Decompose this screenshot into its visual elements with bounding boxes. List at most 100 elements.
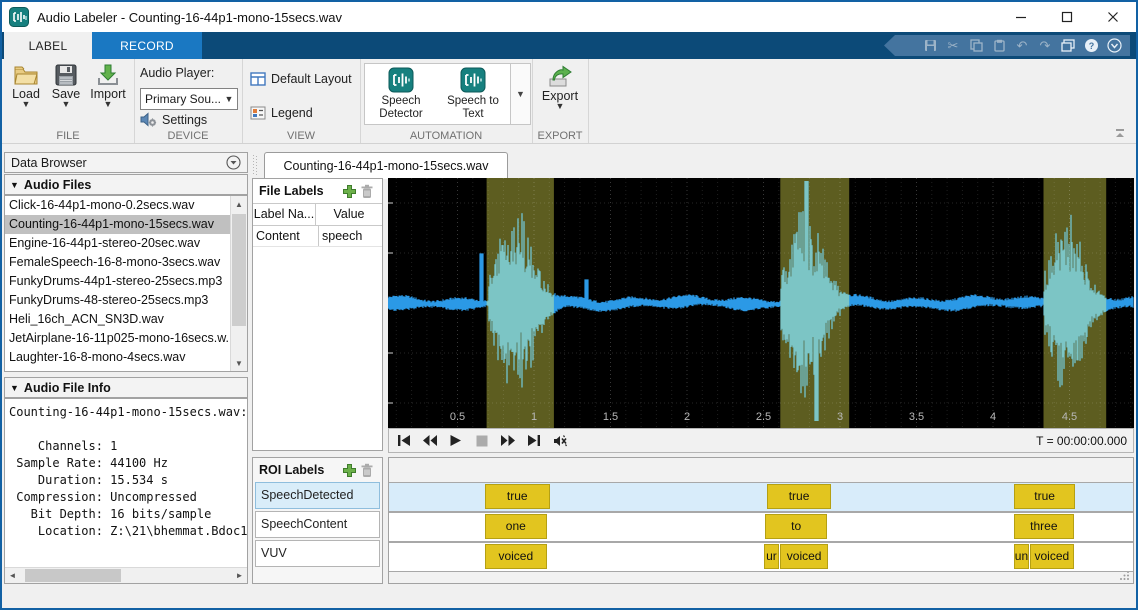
audio-file-item[interactable]: Counting-16-44p1-mono-15secs.wav — [5, 215, 234, 234]
scroll-down-icon[interactable]: ▼ — [231, 355, 247, 371]
go-to-end-button[interactable] — [525, 433, 542, 448]
load-dropdown-caret[interactable]: ▼ — [22, 102, 31, 107]
audio-file-item[interactable]: Heli_16ch_ACN_SN3D.wav — [5, 310, 234, 329]
load-button[interactable]: Load ▼ — [6, 64, 46, 107]
collapse-triangle-icon: ▼ — [10, 180, 19, 190]
info-scrollbar[interactable]: ◄ ► — [5, 567, 247, 583]
delete-roi-label-button[interactable] — [358, 461, 376, 479]
waveform-display[interactable]: 0.511.522.533.544.5 — [388, 178, 1134, 428]
roi-segment[interactable]: ur — [764, 544, 779, 569]
legend-button[interactable]: Legend — [250, 106, 313, 120]
audio-file-item[interactable]: FunkyDrums-44p1-stereo-25secs.mp3 — [5, 272, 234, 291]
quick-access-toolbar: ✂ ↶ ↷ ? — [884, 35, 1130, 56]
save-icon[interactable] — [922, 38, 938, 54]
document-tab[interactable]: Counting-16-44p1-mono-15secs.wav — [264, 152, 508, 179]
go-to-start-button[interactable] — [395, 433, 412, 448]
audio-file-item[interactable]: Laughter-16-8-mono-4secs.wav — [5, 348, 234, 367]
audio-file-item[interactable]: FemaleSpeech-16-8-mono-3secs.wav — [5, 253, 234, 272]
roi-label-item[interactable]: SpeechContent — [255, 511, 380, 538]
close-button[interactable] — [1090, 2, 1136, 32]
time-display: T = 00:00:00.000 — [1036, 434, 1127, 448]
audio-labeler-window: Audio Labeler - Counting-16-44p1-mono-15… — [0, 0, 1138, 610]
tab-label[interactable]: LABEL — [4, 32, 92, 59]
import-dropdown-caret[interactable]: ▼ — [104, 102, 113, 107]
tab-record[interactable]: RECORD — [92, 32, 202, 59]
default-layout-button[interactable]: Default Layout — [250, 72, 352, 86]
roi-segment[interactable]: one — [485, 514, 547, 539]
timeline-row-speechdetected[interactable]: true true true — [389, 482, 1133, 512]
audio-file-item[interactable]: Engine-16-44p1-stereo-20sec.wav — [5, 234, 234, 253]
automation-gallery-dropdown[interactable]: ▼ — [510, 63, 531, 125]
speech-to-text-button[interactable]: Speech to Text — [437, 64, 509, 124]
roi-segment[interactable]: true — [1014, 484, 1076, 509]
file-info-text: Counting-16-44p1-mono-15secs.wav: Channe… — [5, 399, 247, 540]
mute-button[interactable] — [551, 433, 568, 448]
audio-player-select[interactable]: Primary Sou... ▼ — [140, 88, 238, 110]
data-browser-header: Data Browser — [4, 152, 248, 173]
collapse-ribbon-icon — [1114, 127, 1126, 139]
audio-file-info-section-header[interactable]: ▼ Audio File Info — [4, 377, 248, 398]
roi-segment[interactable]: true — [485, 484, 550, 509]
rewind-button[interactable] — [421, 433, 438, 448]
scrollbar-thumb[interactable] — [232, 214, 246, 326]
scrollbar-thumb[interactable] — [25, 569, 121, 582]
roi-timeline[interactable]: truetruetrueonetothreevoicedurvoicedunvo… — [388, 457, 1134, 584]
settings-button[interactable]: Settings — [140, 112, 207, 127]
window-layout-icon[interactable] — [1060, 38, 1076, 54]
paste-icon[interactable] — [991, 38, 1007, 54]
delete-file-label-button[interactable] — [358, 182, 376, 200]
import-button[interactable]: Import ▼ — [88, 64, 128, 107]
audio-file-item[interactable]: JetAirplane-16-11p025-mono-16secs.w... — [5, 329, 234, 348]
x-tick-label: 4.5 — [1062, 411, 1077, 423]
roi-segment[interactable]: voiced — [485, 544, 547, 569]
help-icon[interactable]: ? — [1083, 38, 1099, 54]
audio-file-item[interactable]: FunkyDrums-48-stereo-25secs.mp3 — [5, 291, 234, 310]
x-tick-label: 2 — [684, 411, 690, 423]
x-tick-label: 3.5 — [909, 411, 924, 423]
fast-forward-button[interactable] — [499, 433, 516, 448]
roi-segment[interactable]: voiced — [1030, 544, 1074, 569]
timeline-row-speechcontent[interactable]: one to three — [389, 512, 1133, 542]
roi-segment[interactable]: voiced — [780, 544, 829, 569]
audio-files-section-header[interactable]: ▼ Audio Files — [4, 174, 248, 195]
roi-segment[interactable]: true — [767, 484, 832, 509]
speech-detector-button[interactable]: Speech Detector — [365, 64, 437, 124]
roi-labels-panel: ROI Labels SpeechDetectedSpeechContentVU… — [252, 457, 383, 584]
scroll-right-icon[interactable]: ► — [232, 568, 247, 583]
timeline-row-vuv[interactable]: voicedurvoicedunvoiced — [389, 542, 1133, 572]
stop-button[interactable] — [473, 433, 490, 448]
save-dropdown-caret[interactable]: ▼ — [62, 102, 71, 107]
window-title: Audio Labeler - Counting-16-44p1-mono-15… — [37, 10, 342, 25]
audio-files-list: Click-16-44p1-mono-0.2secs.wavCounting-1… — [4, 195, 248, 372]
files-scrollbar[interactable]: ▲ ▼ — [230, 196, 247, 371]
file-label-row[interactable]: Content speech — [253, 226, 382, 247]
audio-file-item[interactable]: Click-16-44p1-mono-0.2secs.wav — [5, 196, 234, 215]
roi-label-item[interactable]: SpeechDetected — [255, 482, 380, 509]
dock-grip[interactable] — [253, 155, 258, 176]
add-roi-label-button[interactable] — [340, 461, 358, 479]
redo-icon[interactable]: ↷ — [1037, 38, 1053, 54]
column-value[interactable]: Value — [316, 204, 382, 225]
roi-segment[interactable]: to — [765, 514, 827, 539]
save-button[interactable]: Save ▼ — [46, 64, 86, 107]
play-button[interactable] — [447, 433, 464, 448]
scroll-left-icon[interactable]: ◄ — [5, 568, 20, 583]
export-dropdown-caret[interactable]: ▼ — [556, 104, 565, 109]
cut-icon[interactable]: ✂ — [945, 38, 961, 54]
section-file: Load ▼ Save ▼ Import — [2, 59, 135, 143]
roi-label-item[interactable]: VUV — [255, 540, 380, 567]
copy-icon[interactable] — [968, 38, 984, 54]
roi-segment[interactable]: un — [1014, 544, 1029, 569]
scroll-up-icon[interactable]: ▲ — [231, 196, 247, 212]
minimize-button[interactable] — [998, 2, 1044, 32]
column-label-name[interactable]: Label Na... — [253, 204, 316, 225]
export-button[interactable]: Export ▼ — [540, 64, 580, 109]
maximize-button[interactable] — [1044, 2, 1090, 32]
panel-menu-icon[interactable] — [226, 155, 241, 170]
roi-segment[interactable]: three — [1014, 514, 1074, 539]
add-file-label-button[interactable] — [340, 182, 358, 200]
collapse-ribbon-button[interactable] — [1112, 127, 1128, 141]
section-view: Default Layout Legend VIEW — [242, 59, 361, 143]
undo-icon[interactable]: ↶ — [1014, 38, 1030, 54]
qat-more-icon[interactable] — [1106, 38, 1122, 54]
